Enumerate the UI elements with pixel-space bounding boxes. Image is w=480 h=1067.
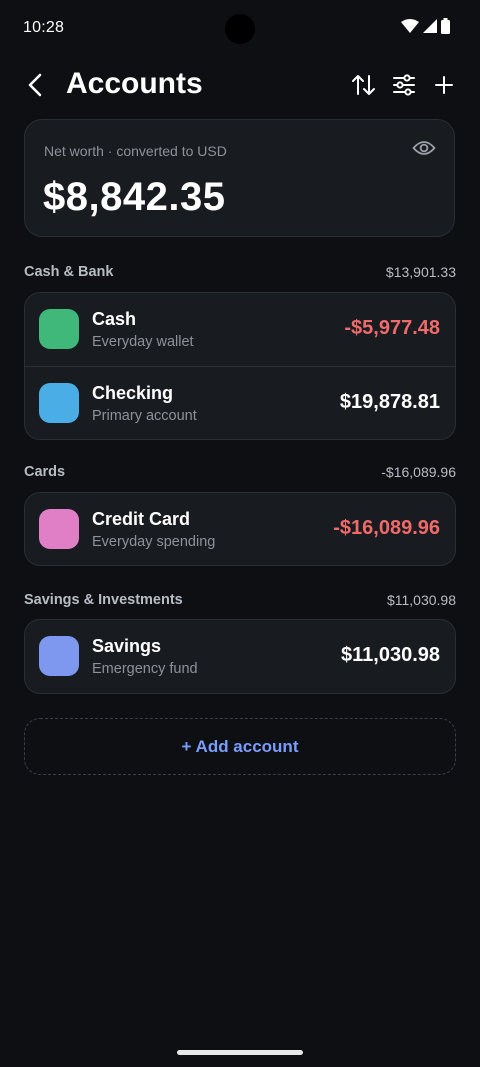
account-name: Credit Card xyxy=(92,509,191,529)
add-account-button[interactable]: + Add account xyxy=(24,718,456,775)
account-name: Savings xyxy=(92,636,162,656)
account-row-credit-card[interactable]: Credit Card Everyday spending -$16,089.9… xyxy=(25,493,455,565)
status-icons xyxy=(401,17,450,39)
account-balance: -$5,977.48 xyxy=(344,317,440,339)
account-color-swatch xyxy=(39,383,79,423)
wifi-icon xyxy=(401,18,419,38)
account-row-savings[interactable]: Savings Emergency fund $11,030.98 xyxy=(25,620,455,693)
account-name: Checking xyxy=(92,383,174,403)
account-subtitle: Everyday wallet xyxy=(92,334,194,350)
status-time: 10:28 xyxy=(23,19,65,36)
net-worth-value: $8,842.35 xyxy=(43,175,226,219)
section-header-savings-investments: Savings & Investments $11,030.98 xyxy=(24,592,456,612)
chevron-left-icon xyxy=(27,73,43,102)
section-name: Savings & Investments xyxy=(24,592,183,608)
camera-cutout xyxy=(225,14,255,44)
section-header-cash-bank: Cash & Bank $13,901.33 xyxy=(24,264,456,284)
battery-icon xyxy=(441,17,450,39)
section-total: -$16,089.96 xyxy=(381,464,456,480)
section-total: $13,901.33 xyxy=(385,264,456,280)
sort-icon xyxy=(351,74,377,101)
net-worth-card: Net worth · converted to USD $8,842.35 xyxy=(24,119,455,237)
account-balance: -$16,089.96 xyxy=(333,517,440,539)
account-name: Cash xyxy=(92,309,137,329)
app-bar: Accounts xyxy=(0,56,480,116)
filter-button[interactable] xyxy=(387,70,421,104)
section-header-cards: Cards -$16,089.96 xyxy=(24,464,456,484)
account-group-savings-investments: Savings Emergency fund $11,030.98 xyxy=(24,619,456,694)
account-row-cash[interactable]: Cash Everyday wallet -$5,977.48 xyxy=(25,293,455,366)
account-balance: $11,030.98 xyxy=(341,644,440,666)
signal-icon xyxy=(423,18,437,38)
add-icon xyxy=(434,75,454,100)
page-title: Accounts xyxy=(66,67,203,100)
filter-icon xyxy=(392,73,416,101)
back-button[interactable] xyxy=(18,70,52,104)
account-row-checking[interactable]: Checking Primary account $19,878.81 xyxy=(25,366,455,439)
toggle-visibility-button[interactable] xyxy=(410,138,438,162)
account-subtitle: Primary account xyxy=(92,408,197,424)
account-subtitle: Everyday spending xyxy=(92,534,216,550)
section-name: Cards xyxy=(24,464,66,480)
eye-icon xyxy=(412,139,436,162)
add-button[interactable] xyxy=(427,70,461,104)
section-total: $11,030.98 xyxy=(386,592,456,608)
account-color-swatch xyxy=(39,309,79,349)
account-balance: $19,878.81 xyxy=(339,391,440,413)
home-indicator[interactable] xyxy=(177,1050,303,1055)
account-group-cards: Credit Card Everyday spending -$16,089.9… xyxy=(24,492,456,566)
account-color-swatch xyxy=(39,636,79,676)
account-subtitle: Emergency fund xyxy=(92,661,198,677)
section-name: Cash & Bank xyxy=(24,264,114,280)
account-group-cash-bank: Cash Everyday wallet -$5,977.48 Checking… xyxy=(24,292,456,440)
net-worth-label: Net worth · converted to USD xyxy=(44,143,227,159)
sort-button[interactable] xyxy=(347,70,381,104)
account-color-swatch xyxy=(39,509,79,549)
status-bar: 10:28 xyxy=(0,0,480,56)
